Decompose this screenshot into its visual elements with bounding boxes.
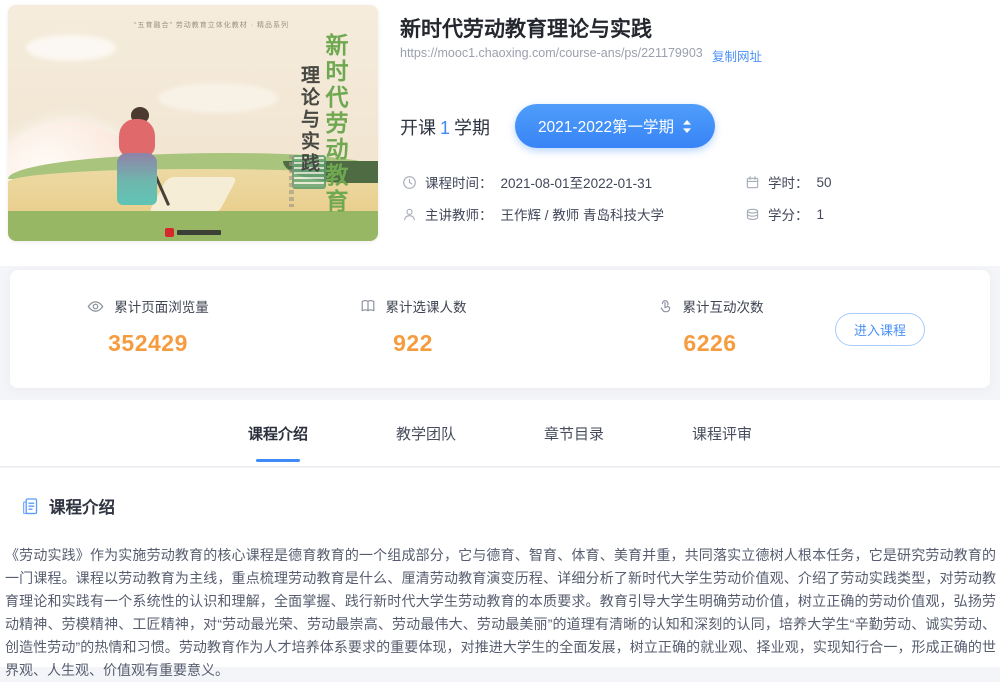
eye-icon <box>87 298 104 315</box>
book-icon <box>360 298 376 314</box>
cover-worker-figure <box>103 107 173 217</box>
stat-interactions: 累计互动次数 6226 <box>635 296 785 357</box>
course-url-row: https://mooc1.chaoxing.com/course-ans/ps… <box>400 46 960 60</box>
stat-page-views-value: 352429 <box>58 330 238 357</box>
course-intro-section: 课程介绍 《劳动实践》作为实施劳动教育的核心课程是德育教育的一个组成部分，它与德… <box>0 468 1000 667</box>
tab-course-review[interactable]: 课程评审 <box>692 400 752 466</box>
enter-course-button[interactable]: 进入课程 <box>835 313 925 346</box>
course-time-label: 课程时间： <box>425 172 493 192</box>
calendar-icon <box>745 175 760 190</box>
publisher-logo <box>165 228 221 237</box>
intro-heading-row: 课程介绍 <box>22 494 115 518</box>
cover-author-text <box>289 155 294 207</box>
credits-value: 1 <box>817 207 825 222</box>
stat-interactions-value: 6226 <box>635 330 785 357</box>
copy-url-link[interactable]: 复制网址 <box>712 46 762 65</box>
document-icon <box>22 497 40 516</box>
intro-heading: 课程介绍 <box>49 494 115 518</box>
cover-cloud <box>26 35 116 61</box>
term-selected-value: 2021-2022第一学期 <box>538 115 674 137</box>
stats-card: 累计页面浏览量 352429 累计选课人数 922 累计互动次数 6226 进入… <box>10 270 990 388</box>
course-cover-image: “五育融合” 劳动教育立体化教材 · 精品系列 新时代劳动教育 理论与实践 <box>8 5 378 241</box>
cover-title-vertical: 新时代劳动教育 <box>318 33 352 215</box>
cover-cloud <box>158 83 278 113</box>
teacher-label: 主讲教师： <box>425 204 493 224</box>
term-count: 1 <box>436 118 454 138</box>
touch-icon <box>657 298 673 314</box>
tab-teaching-team[interactable]: 教学团队 <box>396 400 456 466</box>
tab-chapter-catalog[interactable]: 章节目录 <box>544 400 604 466</box>
credits-label: 学分： <box>768 204 809 224</box>
credits-icon <box>745 207 760 222</box>
stat-interactions-label: 累计互动次数 <box>683 296 764 316</box>
teacher-value: 王作辉 / 教师 青岛科技大学 <box>501 204 665 224</box>
class-hours-value: 50 <box>817 175 832 190</box>
term-count-label: 开课1学期 <box>400 114 490 140</box>
course-header-section: “五育融合” 劳动教育立体化教材 · 精品系列 新时代劳动教育 理论与实践 新时… <box>0 0 1000 266</box>
stat-page-views-label: 累计页面浏览量 <box>114 296 209 316</box>
teacher-item: 主讲教师： 王作辉 / 教师 青岛科技大学 <box>402 204 664 224</box>
tab-course-intro[interactable]: 课程介绍 <box>248 400 308 466</box>
class-hours-label: 学时： <box>768 172 809 192</box>
user-icon <box>402 207 417 222</box>
stat-enrolled-label: 累计选课人数 <box>386 296 467 316</box>
clock-icon <box>402 175 417 190</box>
intro-body-text: 《劳动实践》作为实施劳动教育的核心课程是德育教育的一个组成部分，它与德育、智育、… <box>5 544 996 682</box>
course-tabbar: 课程介绍 教学团队 章节目录 课程评审 <box>0 400 1000 467</box>
term-select-dropdown[interactable]: 2021-2022第一学期 <box>515 104 715 148</box>
page-title: 新时代劳动教育理论与实践 <box>400 13 652 43</box>
course-time-value: 2021-08-01至2022-01-31 <box>501 172 653 192</box>
cover-subtitle-vertical: 理论与实践 <box>295 65 322 175</box>
stat-page-views: 累计页面浏览量 352429 <box>58 296 238 357</box>
stat-enrolled-value: 922 <box>338 330 488 357</box>
course-page: “五育融合” 劳动教育立体化教材 · 精品系列 新时代劳动教育 理论与实践 新时… <box>0 0 1000 667</box>
cover-series-note: “五育融合” 劳动教育立体化教材 · 精品系列 <box>134 20 289 30</box>
course-url: https://mooc1.chaoxing.com/course-ans/ps… <box>400 46 703 60</box>
sort-arrows-icon <box>682 120 692 133</box>
stat-enrolled: 累计选课人数 922 <box>338 296 488 357</box>
course-time-item: 课程时间： 2021-08-01至2022-01-31 <box>402 172 652 192</box>
class-hours-item: 学时： 50 <box>745 172 832 192</box>
credits-item: 学分： 1 <box>745 204 824 224</box>
